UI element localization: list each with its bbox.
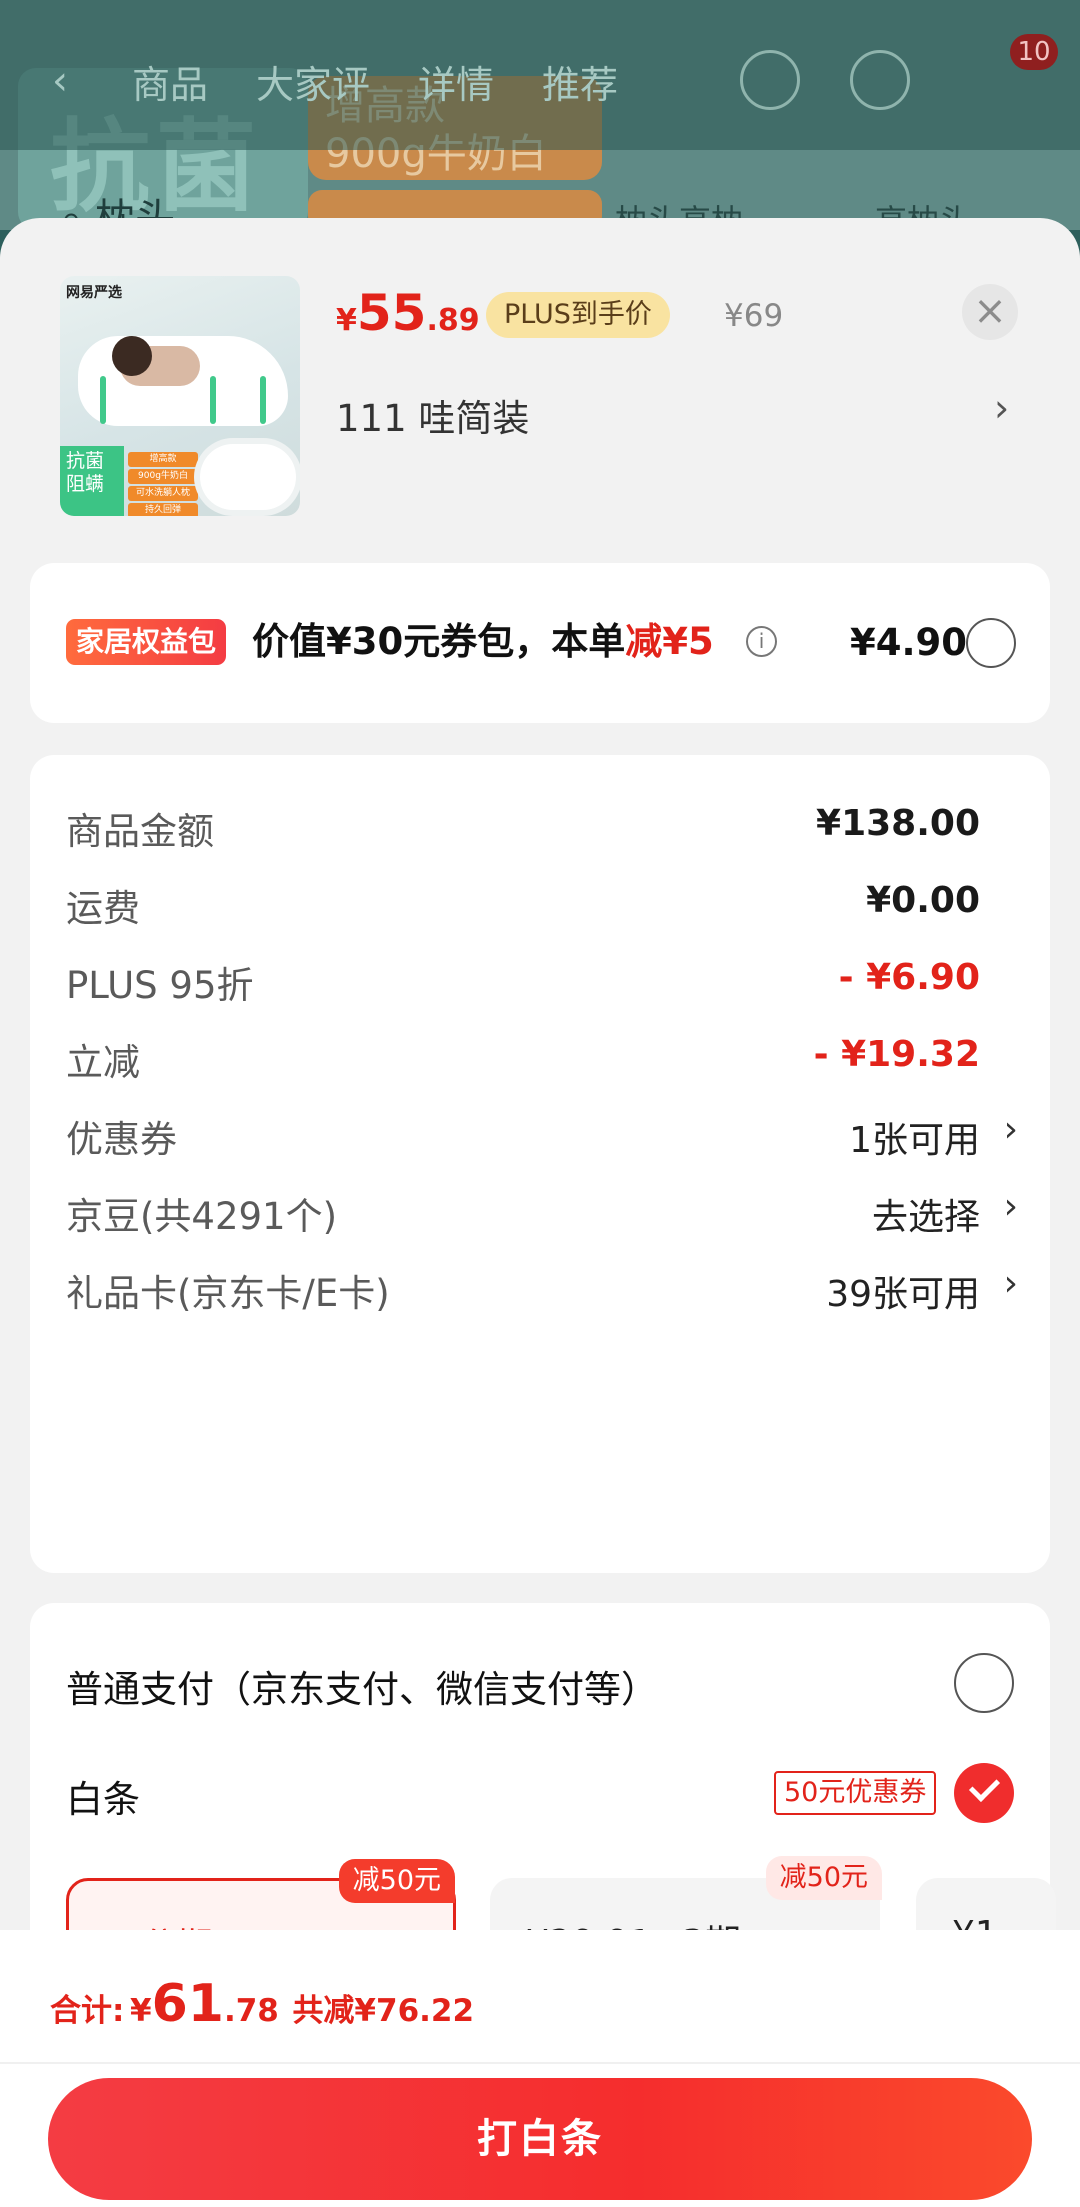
baitiao-coupon-badge: 50元优惠券 [774,1771,937,1815]
pay-with-baitiao-button[interactable]: 打白条 [48,2078,1032,2200]
summary-row-gift-cards[interactable]: 礼品卡(京东卡/E卡) 39张可用 › [66,1257,1018,1317]
total-label: 合计: [50,1993,125,2029]
plus-price-badge: PLUS到手价 [486,292,670,338]
product-image-chip: 增高款 [128,452,198,467]
lift-arrow-icon [100,376,106,424]
hair-illustration [112,336,152,376]
share-icon [850,50,910,110]
benefit-description-text: 价值¥30元券包，本单 [252,620,626,663]
summary-label: 商品金额 [66,810,214,853]
summary-value: - ¥19.32 [813,1034,980,1075]
summary-row-plus-discount: PLUS 95折 - ¥6.90 [66,949,1016,1009]
chevron-right-icon: › [1003,1109,1018,1150]
summary-row-jd-beans[interactable]: 京豆(共4291个) 去选择 › [66,1180,1018,1240]
total-currency: ¥ [129,1993,152,2029]
product-image-brand: 网易严选 [66,285,122,301]
filling-illustration [200,444,296,510]
chevron-right-icon: › [1003,1263,1018,1304]
summary-label: PLUS 95折 [66,964,254,1007]
summary-row-goods-amount: 商品金额 ¥138.00 [66,795,1016,855]
footer-divider [0,2062,1080,2064]
favorite-icon [740,50,800,110]
nav-tab-product: 商品 [132,63,209,107]
benefit-price: ¥4.90 [850,621,968,664]
plan-discount-tag: 减50元 [338,1859,455,1903]
lift-arrow-icon [260,376,266,424]
product-image-chip: 900g牛奶白 [128,469,198,484]
selected-spec[interactable]: 111 哇简装 [336,388,529,442]
normal-payment-label[interactable]: 普通支付（京东支付、微信支付等） [66,1659,658,1713]
price-currency: ¥ [336,303,357,338]
normal-payment-radio[interactable] [954,1653,1014,1713]
chevron-right-icon[interactable]: › [994,386,1009,430]
summary-label: 运费 [66,887,140,930]
summary-value: 1张可用 [849,1120,980,1161]
product-image-chip: 持久回弹 [128,503,198,516]
total-saved: 共减¥76.22 [292,1993,475,2029]
product-image[interactable]: 网易严选 抗菌 阻螨 增高款 900g牛奶白 可水洗躺人枕 持久回弹 [60,276,300,516]
product-image-chips: 增高款 900g牛奶白 可水洗躺人枕 持久回弹 [128,452,198,516]
cart-count-badge: 10 [1010,34,1058,70]
info-icon[interactable]: i [746,626,777,657]
product-image-green-label: 抗菌 阻螨 [60,446,124,516]
summary-row-shipping: 运费 ¥0.00 [66,872,1016,932]
baitiao-label[interactable]: 白条 [66,1769,140,1823]
checkout-footer: 合计: ¥61.78 共减¥76.22 打白条 [0,1930,1080,2207]
price-integer: 55 [356,284,427,342]
baitiao-check-icon[interactable] [954,1763,1014,1823]
checkout-sheet: 网易严选 抗菌 阻螨 增高款 900g牛奶白 可水洗躺人枕 持久回弹 ¥55.8… [0,218,1080,2207]
summary-value: ¥138.00 [816,803,980,844]
order-summary-card: 商品金额 ¥138.00 运费 ¥0.00 PLUS 95折 - ¥6.90 立… [30,755,1050,1573]
product-image-chip: 可水洗躺人枕 [128,486,198,501]
benefit-discount: 减¥5 [625,620,714,663]
summary-label: 京豆(共4291个) [66,1195,338,1238]
nav-tab-details: 详情 [418,63,495,107]
total-decimal: .78 [223,1993,279,2029]
summary-label: 礼品卡(京东卡/E卡) [66,1272,390,1315]
nav-tab-recommend: 推荐 [542,63,619,107]
total-amount: 合计: ¥61.78 共减¥76.22 [50,1974,474,2034]
price-decimal: .89 [426,303,480,338]
summary-value: - ¥6.90 [838,957,980,998]
summary-value: 39张可用 [826,1274,980,1315]
background-nav-tabs: 商品 大家评 详情 推荐 [132,54,618,109]
summary-value: ¥0.00 [866,880,980,921]
home-benefit-badge: 家居权益包 [66,619,227,665]
close-icon[interactable]: × [962,284,1018,340]
summary-value: 去选择 [871,1197,980,1238]
total-integer: 61 [151,1974,224,2034]
benefit-package-card[interactable]: 家居权益包 价值¥30元券包，本单减¥5 i ¥4.90 [30,563,1050,723]
back-icon: ‹ [52,58,68,104]
summary-row-instant-discount: 立减 - ¥19.32 [66,1026,1016,1086]
summary-label: 立减 [66,1041,140,1084]
chevron-right-icon: › [1003,1186,1018,1227]
nav-tab-reviews: 大家评 [256,63,371,107]
product-price: ¥55.89 [336,284,480,342]
lift-arrow-icon [210,376,216,424]
plan-discount-tag: 减50元 [765,1856,882,1900]
summary-label: 优惠券 [66,1118,177,1161]
summary-row-coupons[interactable]: 优惠券 1张可用 › [66,1103,1018,1163]
benefit-radio[interactable] [966,618,1016,668]
benefit-description: 价值¥30元券包，本单减¥5 [252,619,714,665]
background-product-page: 抗菌 增高款 900g牛奶白 ⌕ 枕头 枕头高枕 高枕头 ‹ 商品 大家评 详情… [0,0,1080,230]
original-price: ¥69 [724,298,784,334]
